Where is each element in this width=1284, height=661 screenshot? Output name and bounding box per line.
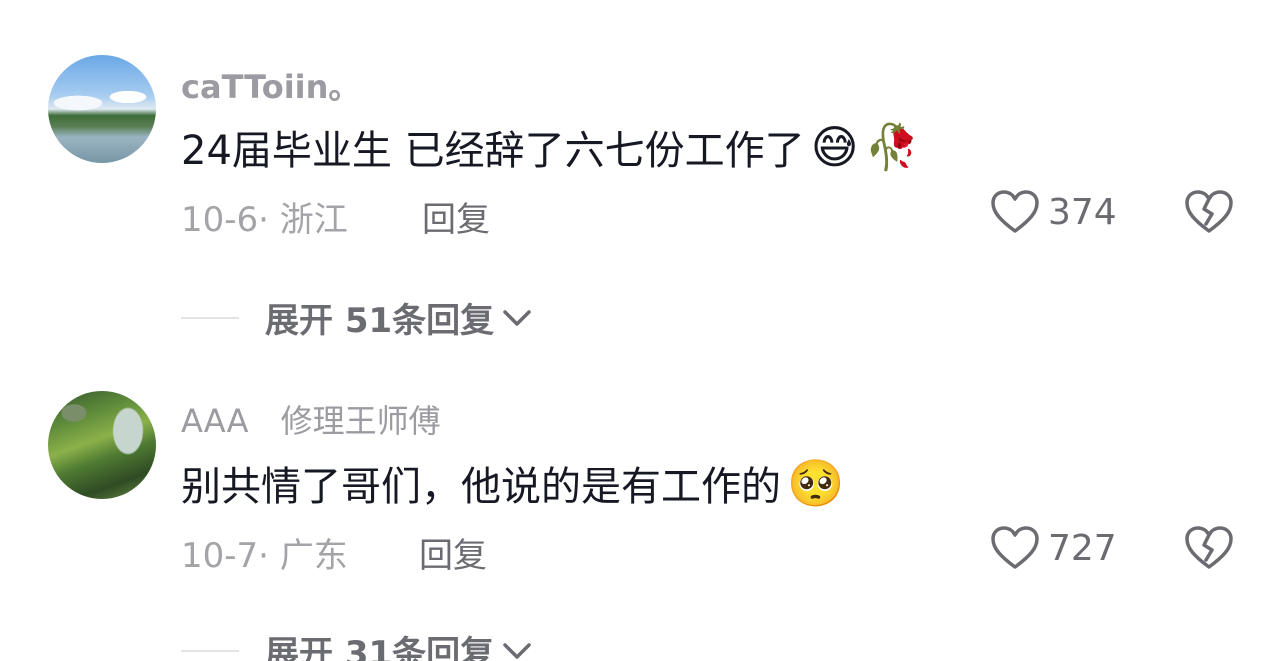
like-count: 727 xyxy=(1048,527,1117,569)
expand-replies-button[interactable]: 展开 31条回复 xyxy=(181,626,532,661)
dislike-button[interactable] xyxy=(1184,525,1234,575)
like-button[interactable]: 727 xyxy=(990,525,1117,571)
pleading-face-emoji-icon: 🥺 xyxy=(787,455,845,510)
username-text[interactable]: AAA xyxy=(181,402,248,440)
user-tag: 修理王师傅 xyxy=(280,402,441,440)
comment-text: 别共情了哥们，他说的是有工作的 🥺 xyxy=(181,454,844,512)
date-location: 10-7· 广东 xyxy=(181,536,348,576)
heart-outline-icon xyxy=(991,526,1039,569)
broken-heart-icon xyxy=(1185,526,1233,569)
reply-button[interactable]: 回复 xyxy=(419,528,487,577)
comment-list: caTToiin。 24届毕业生 已经辞了六七份工作了 😅 🥀 10-6· 浙江… xyxy=(0,0,1284,661)
avatar[interactable] xyxy=(48,391,156,499)
comment-item: AAA 修理王师傅 别共情了哥们，他说的是有工作的 🥺 10-7· 广东 回复 … xyxy=(0,0,1284,661)
chevron-down-icon xyxy=(503,642,531,659)
expand-label[interactable]: 展开 31条回复 xyxy=(265,626,494,661)
divider-line xyxy=(181,649,239,652)
username[interactable]: AAA 修理王师傅 xyxy=(181,396,441,442)
comment-text-body: 别共情了哥们，他说的是有工作的 xyxy=(181,464,781,510)
